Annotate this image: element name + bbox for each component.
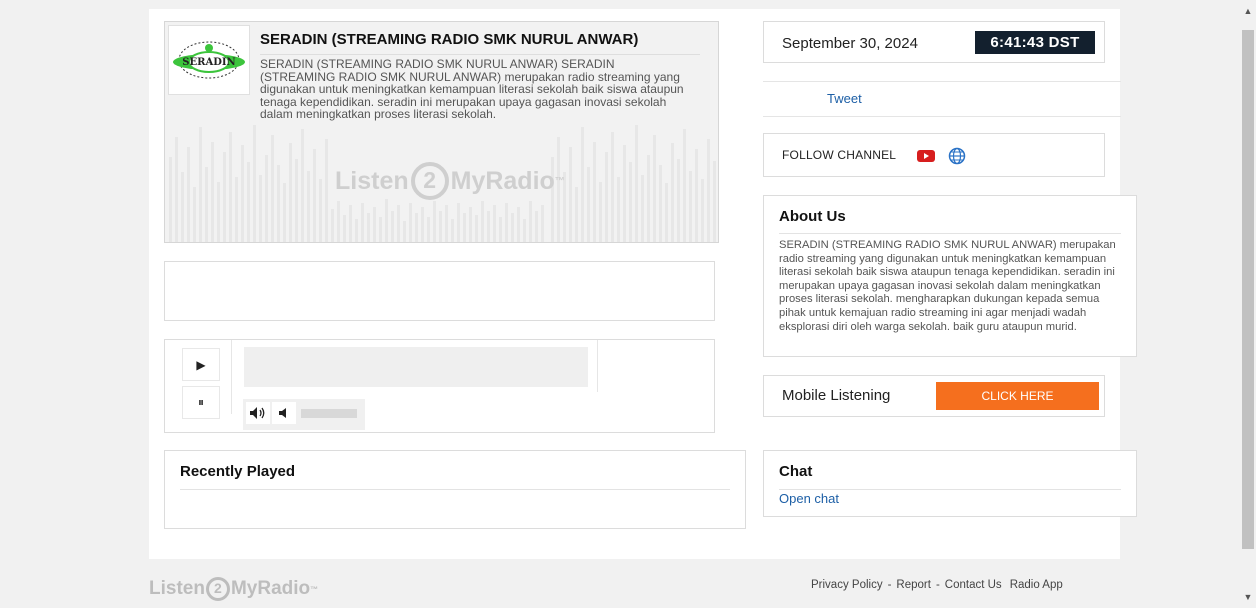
clock-display: 6:41:43 DST bbox=[975, 31, 1095, 54]
open-chat-link[interactable]: Open chat bbox=[779, 491, 839, 506]
scroll-down-icon[interactable]: ▼ bbox=[1240, 589, 1256, 605]
mobile-listening-label: Mobile Listening bbox=[782, 387, 891, 404]
station-title: SERADIN (STREAMING RADIO SMK NURUL ANWAR… bbox=[260, 31, 700, 55]
divider bbox=[779, 489, 1121, 490]
about-us-text: SERADIN (STREAMING RADIO SMK NURUL ANWAR… bbox=[779, 239, 1116, 333]
vertical-scrollbar[interactable]: ▲ ▼ bbox=[1240, 0, 1256, 608]
privacy-policy-link[interactable]: Privacy Policy bbox=[811, 579, 883, 591]
audio-player: ▶ ⏸ bbox=[164, 339, 715, 433]
volume-down-button[interactable] bbox=[272, 402, 296, 424]
about-us-title: About Us bbox=[779, 208, 846, 225]
current-date: September 30, 2024 bbox=[782, 35, 918, 52]
volume-control bbox=[243, 399, 365, 430]
follow-channel-label: FOLLOW CHANNEL bbox=[782, 148, 897, 162]
listen2myradio-watermark: Listen 2 MyRadio ™ bbox=[335, 162, 565, 200]
ad-placeholder bbox=[164, 261, 715, 321]
volume-down-icon bbox=[279, 408, 286, 418]
chat-title: Chat bbox=[779, 463, 813, 480]
pause-icon: ⏸ bbox=[197, 395, 204, 409]
volume-slider[interactable] bbox=[301, 409, 357, 418]
radio-app-link[interactable]: Radio App bbox=[1010, 579, 1063, 591]
recently-played-panel: Recently Played bbox=[164, 450, 746, 529]
mobile-listening-panel: Mobile Listening CLICK HERE bbox=[763, 375, 1105, 417]
footer-links: Privacy Policy - Report - Contact Us Radio Ap… bbox=[811, 579, 1063, 591]
click-here-button[interactable]: CLICK HERE bbox=[936, 382, 1099, 410]
play-icon: ▶ bbox=[196, 357, 206, 372]
about-us-panel: About Us SERADIN (STREAMING RADIO SMK NU… bbox=[763, 195, 1137, 357]
tweet-button[interactable]: Tweet bbox=[827, 91, 862, 106]
footer-separator: - bbox=[887, 579, 892, 591]
player-divider bbox=[231, 340, 232, 414]
svg-text:SERADIN: SERADIN bbox=[182, 57, 235, 68]
volume-up-button[interactable] bbox=[246, 402, 270, 424]
play-button[interactable]: ▶ bbox=[182, 348, 220, 381]
date-time-panel: September 30, 2024 6:41:43 DST bbox=[763, 21, 1105, 63]
recently-played-title: Recently Played bbox=[180, 463, 296, 480]
footer-logo[interactable]: Listen 2 MyRadio ™ bbox=[149, 577, 318, 601]
scrollbar-thumb[interactable] bbox=[1242, 30, 1254, 549]
report-link[interactable]: Report bbox=[896, 579, 931, 591]
station-description: SERADIN (STREAMING RADIO SMK NURUL ANWAR… bbox=[260, 57, 684, 121]
station-panel: SERADIN SERADIN (STREAMING RADIO SMK NUR… bbox=[164, 21, 719, 243]
now-playing-bar bbox=[244, 347, 588, 387]
globe-icon[interactable] bbox=[948, 147, 966, 165]
player-divider bbox=[597, 340, 598, 392]
scroll-up-icon[interactable]: ▲ bbox=[1240, 3, 1256, 19]
follow-channel-panel: FOLLOW CHANNEL bbox=[763, 133, 1105, 177]
chat-panel: Chat Open chat bbox=[763, 450, 1137, 517]
youtube-icon[interactable] bbox=[917, 150, 935, 162]
pause-button[interactable]: ⏸ bbox=[182, 386, 220, 419]
station-logo: SERADIN bbox=[168, 25, 250, 95]
volume-up-icon bbox=[250, 407, 265, 419]
divider bbox=[180, 489, 730, 490]
divider bbox=[779, 233, 1121, 234]
social-share-row: Tweet bbox=[763, 81, 1121, 117]
footer-separator: - bbox=[935, 579, 940, 591]
contact-us-link[interactable]: Contact Us bbox=[945, 579, 1002, 591]
